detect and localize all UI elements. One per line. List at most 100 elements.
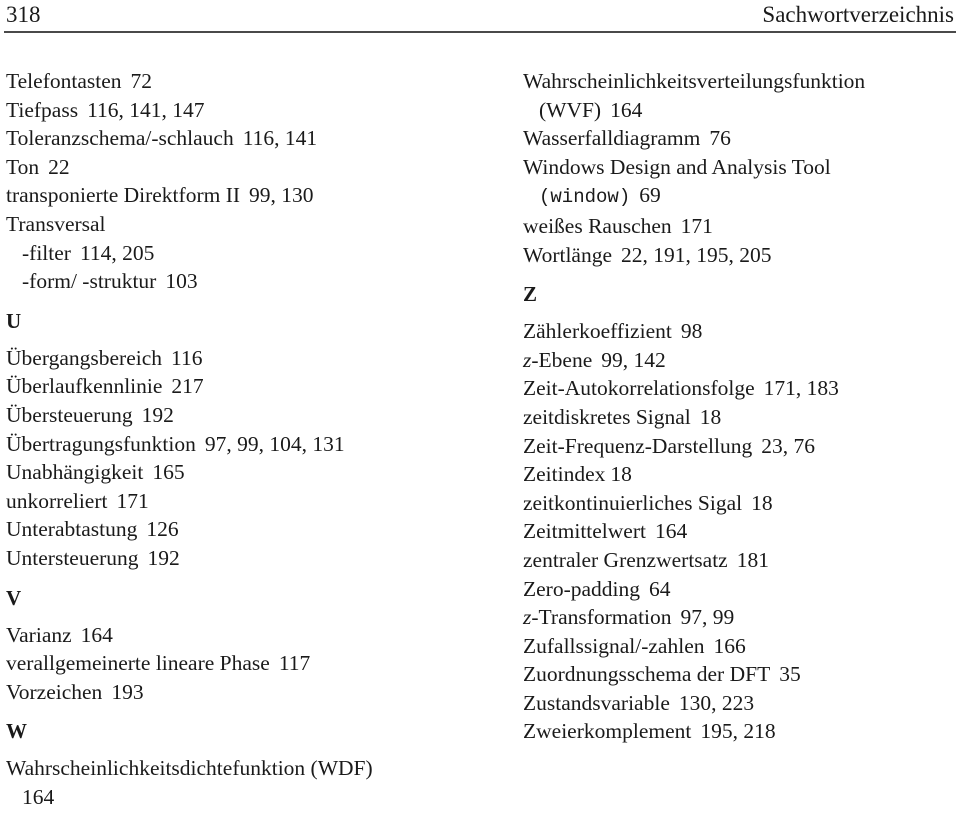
index-term: Telefontasten [6,69,122,93]
index-entry: Zeit-Autokorrelationsfolge 171, 183 [523,374,953,403]
index-term: Zeit-Frequenz-Darstellung [523,433,753,458]
index-term: -filter [22,240,71,265]
index-term: verallgemeinerte lineare Phase [6,651,270,676]
page-header: 318 Sachwortverzeichnis [4,0,956,33]
index-entry: Tiefpass 116, 141, 147 [6,96,476,125]
page-refs: 99, 130 [249,183,314,208]
index-term: Unabhängigkeit [6,460,144,485]
index-entry: Unabhängigkeit 165 [6,458,476,487]
index-term: Transversal [6,211,106,236]
index-term: Zufallssignal/-zahlen [523,633,705,658]
page-refs: 114, 205 [79,240,155,265]
index-entry: Untersteuerung 192 [6,544,476,573]
index-entry: Zero-padding 64 [523,575,953,604]
index-term: Wahrscheinlichkeitsdichtefunktion (WDF) [6,756,373,781]
index-entry: Zustandsvariable 130, 223 [523,689,953,718]
index-entry: z-Transformation 97, 99 [523,603,953,632]
index-term: weißes Rauschen [523,213,672,238]
index-entry: Zufallssignal/-zahlen 166 [523,632,953,661]
index-entry: Vorzeichen 193 [6,678,476,707]
index-term: Wortlänge [523,242,613,267]
index-entry: Zählerkoeffizient 98 [523,317,953,346]
page-refs: 23, 76 [761,433,815,458]
index-term: Zeit-Autokorrelationsfolge [523,376,755,401]
page-refs: 22, 191, 195, 205 [621,242,772,267]
page-refs: 193 [111,679,144,704]
index-entry: Zuordnungsschema der DFT 35 [523,660,953,689]
page-refs: 97, 99 [680,605,735,630]
index-subentry: -filter 114, 205 [6,239,476,268]
section-letter-u: U [6,308,22,333]
page-refs: 116, 141 [242,126,318,151]
page-refs: 166 [713,633,746,658]
index-entry: transponierte Direktform II 99, 130 [6,181,476,210]
index-term: -form/ -struktur [22,269,157,294]
index-entry-continuation: (window) 69 [523,181,953,212]
page-refs: 192 [141,402,174,427]
index-term: Varianz [6,622,72,647]
section-letter-z: Z [523,282,538,307]
index-term: Toleranzschema/-schlauch [6,126,234,151]
index-entry: verallgemeinerte lineare Phase 117 [6,649,476,678]
page-refs: 192 [147,545,180,570]
index-term: Windows Design and Analysis Tool [523,154,831,179]
index-entry: Übersteuerung 192 [6,401,476,430]
index-column-left: Telefontasten 72 Tiefpass 116, 141, 147 To… [6,67,476,811]
index-entry: weißes Rauschen 171 [523,212,953,241]
index-entry: Varianz 164 [6,621,476,650]
index-term: zeitkontinuierliches Sigal [523,490,743,515]
index-entry: zentraler Grenzwertsatz 181 [523,546,953,575]
page-refs: 99, 142 [601,347,666,372]
index-term: zentraler Grenzwertsatz [523,547,728,572]
index-term: -Transformation [531,605,672,630]
page-refs: 164 [22,784,55,809]
index-term: Übersteuerung [6,402,133,427]
index-term: -Ebene [531,347,593,372]
index-term: Zuordnungsschema der DFT [523,662,771,687]
page-refs: 164 [610,97,643,122]
page-refs: 22 [48,154,70,179]
index-entry: Transversal [6,210,476,239]
index-term: Zustandsvariable [523,690,670,715]
page-refs: 76 [709,126,731,151]
page-refs: 18 [699,404,722,429]
index-entry: Überlaufkennlinie 217 [6,372,476,401]
index-term: Zählerkoeffizient [523,319,672,344]
index-term: Zeitmittelwert [523,519,646,544]
page-refs: 64 [649,576,671,601]
index-entry: zeitdiskretes Signal 18 [523,403,953,432]
page-refs: 116, 141, 147 [87,97,205,122]
page-number: 318 [6,2,41,27]
index-column-right: Wahrscheinlichkeitsverteilungsfunktion (… [523,67,953,746]
page-refs: 72 [130,69,153,93]
index-term: Übergangsbereich [6,345,163,370]
section-letter-v: V [6,585,22,610]
index-term: Überlaufkennlinie [6,374,163,399]
index-entry: Toleranzschema/-schlauch 116, 141 [6,124,476,153]
page-refs: 69 [639,183,661,208]
page-refs: 35 [779,662,801,687]
index-entry: Übergangsbereich 116 [6,344,476,373]
index-entry: Windows Design and Analysis Tool [523,153,953,182]
index-term: Wahrscheinlichkeitsverteilungsfunktion [523,69,866,93]
page-refs: 103 [165,269,198,294]
page-refs: 18 [751,490,773,515]
index-entry: Übertragungsfunktion 97, 99, 104, 131 [6,430,476,459]
code-term: (window) [539,186,631,209]
index-entry: Zweierkomplement 195, 218 [523,717,953,746]
index-entry: Zeit-Frequenz-Darstellung 23, 76 [523,432,953,461]
page-refs: 195, 218 [700,719,776,744]
page-refs: 171 [116,488,149,513]
page-refs: 116 [171,345,203,370]
page-refs: 217 [171,374,204,399]
page-refs: 171, 183 [763,376,839,401]
page-refs: 97, 99, 104, 131 [204,431,345,456]
page-refs: 18 [610,462,632,487]
index-term: Ton [6,154,40,179]
index-entry-continuation: 164 [6,783,476,812]
index-entry-continuation: (WVF) 164 [523,96,953,125]
section-letter-w: W [6,719,27,744]
index-term: Zero-padding [523,576,641,601]
index-entry: zeitkontinuierliches Sigal 18 [523,489,953,518]
page-refs: 181 [736,547,769,572]
